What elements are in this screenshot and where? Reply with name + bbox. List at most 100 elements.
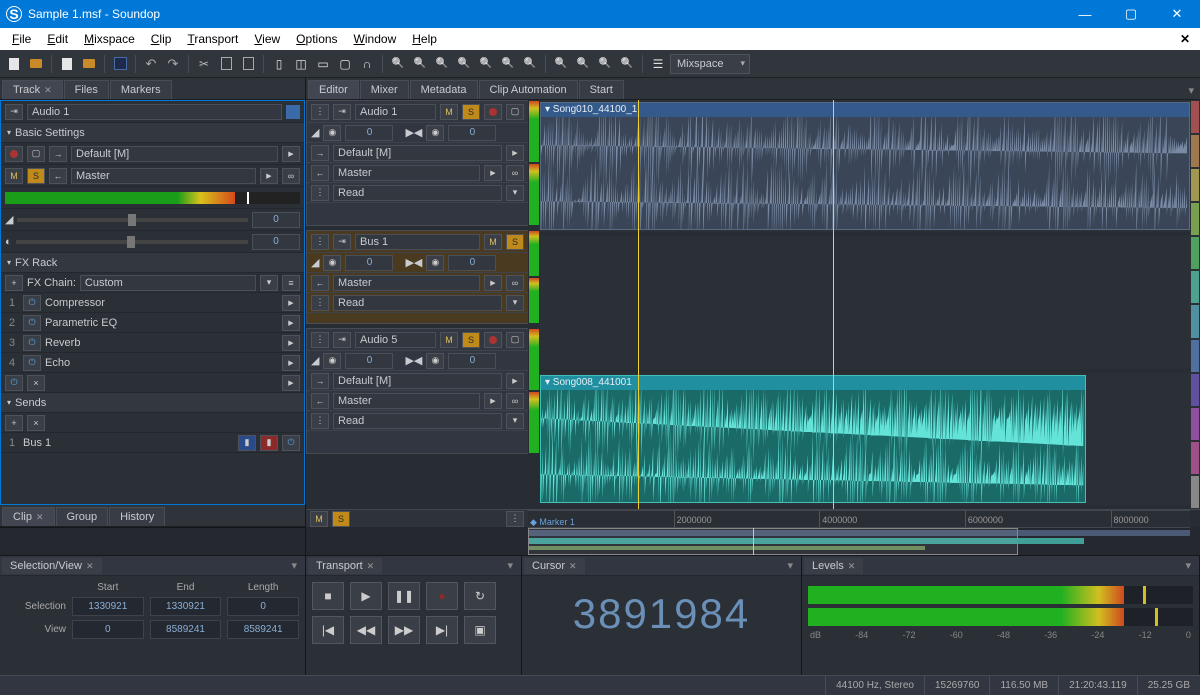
tool-object-button[interactable]: ▭ <box>313 54 333 74</box>
tab-clip[interactable]: Clip✕ <box>2 507 55 526</box>
pan-value[interactable]: 0 <box>252 234 300 250</box>
cut-button[interactable] <box>194 54 214 74</box>
menu-help[interactable]: Help <box>404 30 445 48</box>
fx-power-icon[interactable] <box>23 295 41 311</box>
track-name[interactable]: Audio 1 <box>355 104 436 120</box>
output-play-icon[interactable] <box>260 168 278 184</box>
skip-button[interactable]: ▣ <box>464 616 496 644</box>
tab-history[interactable]: History <box>109 507 165 526</box>
record-arm-button[interactable] <box>484 332 502 348</box>
play-button[interactable]: ▶ <box>350 582 382 610</box>
track-header[interactable]: ⋮⇥Audio 5MS▢◢◉0▶◀◉0Default [M]Master⋮Rea… <box>306 328 528 454</box>
selview-value[interactable]: 1330921 <box>72 597 144 616</box>
solo-button[interactable]: S <box>462 104 480 120</box>
levels-tab[interactable]: Levels✕ <box>804 558 863 574</box>
fx-open-icon[interactable] <box>282 355 300 371</box>
snap-button[interactable]: ∩ <box>357 54 377 74</box>
rewind-button[interactable]: ◀◀ <box>350 616 382 644</box>
send-remove-button[interactable] <box>27 415 45 431</box>
fx-power-icon[interactable] <box>23 315 41 331</box>
automation-mode[interactable]: Read <box>333 413 502 429</box>
selview-value[interactable]: 8589241 <box>150 620 222 639</box>
record-arm-button[interactable] <box>5 146 23 162</box>
track-grip-icon[interactable]: ⋮ <box>311 104 329 120</box>
track-name[interactable]: Audio 5 <box>355 332 436 348</box>
selview-value[interactable]: 1330921 <box>150 597 222 616</box>
panel-menu-icon[interactable]: ▾ <box>285 559 303 572</box>
track-header[interactable]: ⋮⇥Audio 1MS▢◢◉0▶◀◉0Default [M]Master⋮Rea… <box>306 100 528 226</box>
open-file-button[interactable] <box>26 54 46 74</box>
document-close-button[interactable]: ✕ <box>1174 32 1196 46</box>
tab-files[interactable]: Files <box>64 80 109 99</box>
fx-open-icon[interactable] <box>282 335 300 351</box>
fx-chain-combo[interactable]: Custom <box>80 275 256 291</box>
fx-chain-dropdown-icon[interactable]: ▾ <box>260 275 278 291</box>
menu-clip[interactable]: Clip <box>143 30 180 48</box>
output-field[interactable]: Master <box>71 168 256 184</box>
fx-name[interactable]: Compressor <box>45 297 278 309</box>
automation-mode[interactable]: Read <box>333 185 502 201</box>
vol-value[interactable]: 0 <box>345 255 393 271</box>
fx-rack-header[interactable]: FX Rack <box>1 253 304 273</box>
record-arm-button[interactable] <box>484 104 502 120</box>
selview-value[interactable]: 8589241 <box>227 620 299 639</box>
track-name-field[interactable]: Audio 1 <box>27 104 282 120</box>
selection-view-tab[interactable]: Selection/View✕ <box>2 558 102 574</box>
send-name[interactable]: Bus 1 <box>23 437 234 449</box>
tool-range-button[interactable]: ◫ <box>291 54 311 74</box>
mute-button[interactable]: M <box>440 104 458 120</box>
automation-mode[interactable]: Read <box>333 295 502 311</box>
colour-swatch[interactable] <box>1191 101 1199 133</box>
fx-name[interactable]: Parametric EQ <box>45 317 278 329</box>
colour-swatch[interactable] <box>1191 305 1199 337</box>
volume-slider[interactable] <box>17 218 248 222</box>
go-start-button[interactable]: |◀ <box>312 616 344 644</box>
editor-menu-icon[interactable]: ▾ <box>1182 82 1200 99</box>
tab-track[interactable]: Track✕ <box>2 80 63 99</box>
selection-marker[interactable] <box>638 100 639 509</box>
zoom-v-out-button[interactable] <box>498 54 518 74</box>
mute-button[interactable]: M <box>440 332 458 348</box>
automation-icon[interactable]: ⋮ <box>311 185 329 201</box>
input-field[interactable]: Default [M] <box>71 146 278 162</box>
fx-power-icon[interactable] <box>23 355 41 371</box>
pan-knob[interactable]: ◉ <box>426 125 444 141</box>
pan-knob[interactable]: ◉ <box>426 255 444 271</box>
tab-editor[interactable]: Editor <box>308 80 359 99</box>
zoom-v-in-button[interactable] <box>520 54 540 74</box>
vol-value[interactable]: 0 <box>345 353 393 369</box>
colour-swatch[interactable] <box>1191 408 1199 440</box>
zoom-out-button[interactable] <box>410 54 430 74</box>
pan-value[interactable]: 0 <box>448 125 496 141</box>
track-header[interactable]: ⋮⇥Bus 1MS◢◉0▶◀◉0Master⋮Read▾ <box>306 230 528 324</box>
input-play-icon[interactable] <box>282 146 300 162</box>
new-file-button[interactable] <box>4 54 24 74</box>
track-grip-icon[interactable]: ⋮ <box>311 332 329 348</box>
automation-icon[interactable]: ⋮ <box>311 413 329 429</box>
tab-group[interactable]: Group <box>56 507 109 526</box>
track-expand-icon[interactable]: ⇥ <box>333 332 351 348</box>
colour-swatch[interactable] <box>1191 374 1199 406</box>
cursor-tab[interactable]: Cursor✕ <box>524 558 585 574</box>
window-maximize-button[interactable]: ▢ <box>1108 0 1154 28</box>
copy-button[interactable] <box>216 54 236 74</box>
stop-button[interactable]: ■ <box>312 582 344 610</box>
pan-knob[interactable]: ◉ <box>426 353 444 369</box>
zoom-track-sel-button[interactable] <box>595 54 615 74</box>
tab-mixer[interactable]: Mixer <box>360 80 409 99</box>
output-loop-icon[interactable] <box>282 168 300 184</box>
track-expand-icon[interactable]: ⇥ <box>333 104 351 120</box>
audio-clip[interactable]: ▾ Song008_441001 <box>540 375 1086 503</box>
zoom-track-fit-button[interactable] <box>617 54 637 74</box>
transport-tab[interactable]: Transport✕ <box>308 558 382 574</box>
monitor-button[interactable]: ▢ <box>27 146 45 162</box>
basic-settings-header[interactable]: Basic Settings <box>1 123 304 143</box>
menu-view[interactable]: View <box>246 30 288 48</box>
fx-bypass-button[interactable] <box>5 375 23 391</box>
solo-button[interactable]: S <box>462 332 480 348</box>
solo-button[interactable]: S <box>27 168 45 184</box>
master-solo-button[interactable]: S <box>332 511 350 527</box>
colour-swatch[interactable] <box>1191 237 1199 269</box>
overview-strip[interactable] <box>528 527 1190 555</box>
colour-swatch[interactable] <box>1191 476 1199 508</box>
